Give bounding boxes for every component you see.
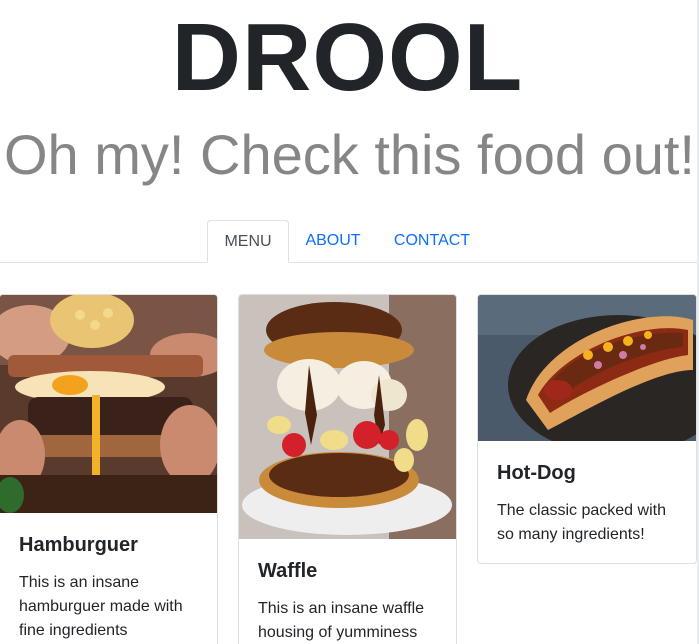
hamburger-photo [0,295,217,513]
card-title: Waffle [258,560,318,582]
waffle-photo [239,295,456,539]
card-body: Waffle This is an insane waffle housing … [239,539,456,644]
tab-contact[interactable]: CONTACT [384,220,480,261]
tab-about[interactable]: ABOUT [296,220,370,261]
hotdog-photo [478,295,696,441]
page: DROOL Oh my! Check this food out! MENU A… [0,0,699,644]
card-body: Hot-Dog The classic packed with so many … [478,441,696,547]
tab-menu[interactable]: MENU [207,220,289,263]
card-text: This is an insane hamburguer made with f… [19,574,183,639]
food-card-hamburger: Hamburguer This is an insane hamburguer … [0,294,218,644]
tagline: Oh my! Check this food out! [4,123,695,186]
card-body: Hamburguer This is an insane hamburguer … [0,513,217,643]
card-text: This is an insane waffle housing of yumm… [258,600,425,641]
food-card-waffle: Waffle This is an insane waffle housing … [238,294,457,644]
brand-title: DROOL [171,4,524,111]
nav-tabs: MENU ABOUT CONTACT [0,220,697,263]
card-title: Hamburguer [19,534,138,556]
card-title: Hot-Dog [497,462,576,484]
food-card-hotdog: Hot-Dog The classic packed with so many … [477,294,697,564]
card-text: The classic packed with so many ingredie… [497,502,666,543]
